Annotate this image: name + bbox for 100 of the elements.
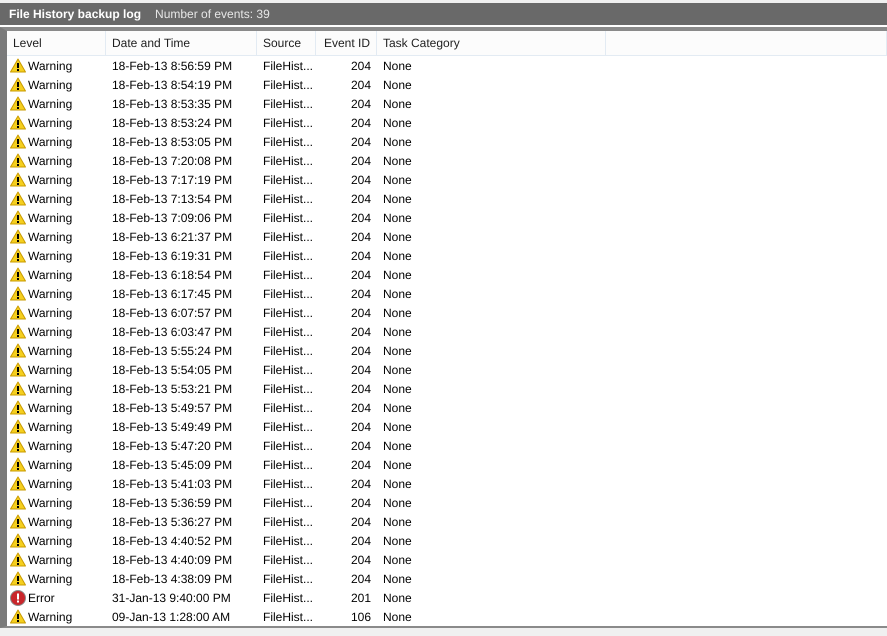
warning-icon (10, 286, 26, 301)
level-text: Warning (28, 192, 72, 206)
task-category-cell-text: None (382, 210, 413, 224)
level-text: Warning (28, 572, 72, 586)
column-header[interactable]: Date and Time (106, 31, 257, 55)
level-text: Warning (28, 420, 72, 434)
level-text: Warning (28, 438, 72, 452)
task-category-cell-text: None (382, 116, 413, 130)
task-category-cell-text: None (382, 306, 413, 320)
level-text: Warning (28, 306, 72, 320)
source-cell-text: FileHist... (262, 382, 314, 396)
event-id-cell-text: 204 (350, 306, 372, 320)
level-text: Warning (28, 610, 72, 624)
event-id-cell-text: 204 (350, 58, 372, 72)
date-time-cell-text: 18-Feb-13 6:07:57 PM (111, 306, 234, 320)
date-time-cell-text: 18-Feb-13 5:54:05 PM (111, 362, 234, 376)
event-id-cell-text: 204 (350, 514, 372, 528)
event-id-cell-text: 204 (350, 400, 372, 414)
date-time-cell-text: 18-Feb-13 5:36:59 PM (111, 496, 234, 510)
warning-icon (10, 153, 26, 168)
warning-icon (10, 552, 26, 567)
date-time-cell-text: 18-Feb-13 8:53:24 PM (111, 116, 234, 130)
source-cell-text: FileHist... (262, 344, 314, 358)
date-time-cell-text: 31-Jan-13 9:40:00 PM (111, 590, 232, 604)
event-id-cell-text: 204 (350, 116, 372, 130)
source-cell-text: FileHist... (262, 514, 314, 528)
level-text: Warning (28, 58, 72, 72)
source-cell-text: FileHist... (262, 78, 314, 92)
warning-icon (10, 495, 26, 510)
event-id-cell-text: 204 (350, 382, 372, 396)
source-cell-text: FileHist... (262, 572, 314, 586)
event-id-cell-text: 201 (350, 590, 372, 604)
date-time-cell-text: 18-Feb-13 5:45:09 PM (111, 458, 234, 472)
task-category-cell-text: None (382, 400, 413, 414)
level-text: Warning (28, 400, 72, 414)
date-time-cell-text: 18-Feb-13 6:18:54 PM (111, 268, 234, 282)
source-cell-text: FileHist... (262, 154, 314, 168)
level-text: Warning (28, 534, 72, 548)
warning-icon (10, 571, 26, 586)
date-time-cell-text: 18-Feb-13 7:13:54 PM (111, 192, 234, 206)
date-time-cell-text: 18-Feb-13 6:17:45 PM (111, 286, 234, 300)
event-id-cell-text: 204 (350, 344, 372, 358)
column-header[interactable]: Source (257, 31, 316, 55)
event-id-cell-text: 204 (350, 192, 372, 206)
date-time-cell-text: 18-Feb-13 5:47:20 PM (111, 438, 234, 452)
source-cell-text: FileHist... (262, 496, 314, 510)
event-id-cell-text: 204 (350, 248, 372, 262)
event-id-cell-text: 204 (350, 534, 372, 548)
level-text: Warning (28, 268, 72, 282)
level-text: Error (28, 590, 55, 604)
event-id-cell-text: 204 (350, 230, 372, 244)
level-text: Warning (28, 324, 72, 338)
task-category-cell-text: None (382, 286, 413, 300)
task-category-cell-text: None (382, 514, 413, 528)
warning-icon (10, 362, 26, 377)
date-time-cell-text: 09-Jan-13 1:28:00 AM (111, 610, 232, 624)
event-id-cell-text: 106 (350, 610, 372, 624)
task-category-cell-text: None (382, 268, 413, 282)
event-id-cell-text: 204 (350, 458, 372, 472)
level-text: Warning (28, 382, 72, 396)
column-header[interactable]: Event ID (316, 31, 377, 55)
task-category-cell-text: None (382, 496, 413, 510)
source-cell-text: FileHist... (262, 248, 314, 262)
date-time-cell-text: 18-Feb-13 5:49:57 PM (111, 400, 234, 414)
event-id-cell-text: 204 (350, 572, 372, 586)
warning-icon (10, 514, 26, 529)
task-category-cell-text: None (382, 172, 413, 186)
level-text: Warning (28, 286, 72, 300)
task-category-cell-text: None (382, 248, 413, 262)
level-text: Warning (28, 230, 72, 244)
column-header[interactable]: Task Category (377, 31, 606, 55)
task-category-cell-text: None (382, 458, 413, 472)
source-cell-text: FileHist... (262, 268, 314, 282)
event-id-cell-text: 204 (350, 96, 372, 110)
date-time-cell-text: 18-Feb-13 4:38:09 PM (111, 572, 234, 586)
warning-icon (10, 381, 26, 396)
date-time-cell-text: 18-Feb-13 7:20:08 PM (111, 154, 234, 168)
warning-icon (10, 77, 26, 92)
event-id-cell-text: 204 (350, 78, 372, 92)
level-text: Warning (28, 344, 72, 358)
source-cell-text: FileHist... (262, 438, 314, 452)
task-category-cell-text: None (382, 590, 413, 604)
column-header[interactable]: Level (7, 31, 106, 55)
date-time-cell-text: 18-Feb-13 5:49:49 PM (111, 420, 234, 434)
source-cell-text: FileHist... (262, 362, 314, 376)
source-cell-text: FileHist... (262, 172, 314, 186)
task-category-cell-text: None (382, 438, 413, 452)
source-cell-text: FileHist... (262, 610, 314, 624)
event-id-cell-text: 204 (350, 210, 372, 224)
task-category-cell-text: None (382, 534, 413, 548)
task-category-cell-text: None (382, 78, 413, 92)
warning-icon (10, 400, 26, 415)
task-category-cell-text: None (382, 362, 413, 376)
source-cell-text: FileHist... (262, 400, 314, 414)
warning-icon (10, 343, 26, 358)
source-cell-text: FileHist... (262, 552, 314, 566)
event-id-cell-text: 204 (350, 286, 372, 300)
date-time-cell-text: 18-Feb-13 6:03:47 PM (111, 324, 234, 338)
warning-icon (10, 229, 26, 244)
warning-icon (10, 115, 26, 130)
